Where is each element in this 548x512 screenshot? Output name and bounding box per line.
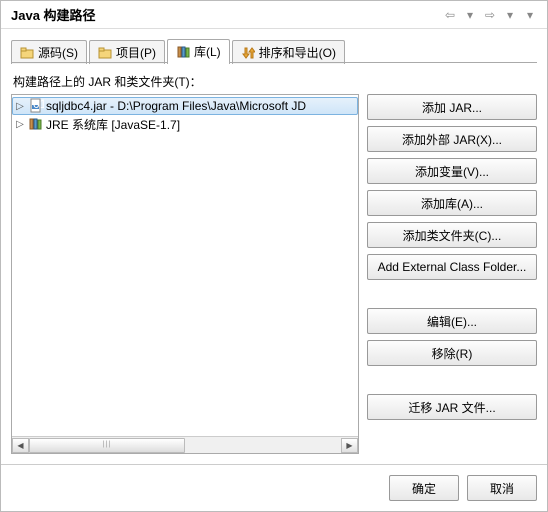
- remove-button[interactable]: 移除(R): [367, 340, 537, 366]
- tab-label: 源码(S): [38, 44, 78, 61]
- titlebar: Java 构建路径 ⇦ ▾ ⇨ ▾ ▾: [1, 1, 547, 29]
- section-label: 构建路径上的 JAR 和类文件夹(T)：: [13, 73, 537, 90]
- edit-button[interactable]: 编辑(E)...: [367, 308, 537, 334]
- jre-library-icon: [28, 116, 44, 132]
- jar-file-icon: 010: [28, 98, 44, 114]
- tab-order-export[interactable]: 排序和导出(O): [232, 40, 345, 64]
- tree-item-jar[interactable]: ▷ 010 sqljdbc4.jar - D:\Program Files\Ja…: [12, 97, 358, 115]
- cancel-button[interactable]: 取消: [467, 475, 537, 501]
- project-folder-icon: [98, 46, 112, 60]
- add-jar-button[interactable]: 添加 JAR...: [367, 94, 537, 120]
- expand-arrow-icon[interactable]: ▷: [14, 119, 26, 130]
- order-export-icon: [241, 46, 255, 60]
- scroll-thumb[interactable]: [29, 438, 185, 453]
- ok-button[interactable]: 确定: [389, 475, 459, 501]
- tab-label: 项目(P): [116, 44, 156, 61]
- dialog-title: Java 构建路径: [11, 5, 441, 24]
- scroll-left-button[interactable]: ◀: [12, 438, 29, 453]
- tab-bar: 源码(S) 项目(P) 库(L) 排序和导出(O): [11, 37, 537, 63]
- tab-libraries[interactable]: 库(L): [167, 39, 230, 64]
- source-folder-icon: [20, 46, 34, 60]
- scroll-right-button[interactable]: ▶: [341, 438, 358, 453]
- horizontal-scrollbar[interactable]: ◀ ▶: [12, 436, 358, 453]
- tab-source[interactable]: 源码(S): [11, 40, 87, 64]
- back-menu-dropdown[interactable]: ▾: [461, 7, 479, 23]
- add-variable-button[interactable]: 添加变量(V)...: [367, 158, 537, 184]
- scroll-track[interactable]: [29, 438, 341, 453]
- main-area: ▷ 010 sqljdbc4.jar - D:\Program Files\Ja…: [11, 94, 537, 454]
- java-build-path-dialog: Java 构建路径 ⇦ ▾ ⇨ ▾ ▾ 源码(S) 项目(P) 库(L): [0, 0, 548, 512]
- add-library-button[interactable]: 添加库(A)...: [367, 190, 537, 216]
- tab-label: 库(L): [194, 43, 221, 60]
- tab-label: 排序和导出(O): [259, 44, 336, 61]
- tab-projects[interactable]: 项目(P): [89, 40, 165, 64]
- tree-item-label: JRE 系统库 [JavaSE-1.7]: [46, 116, 180, 133]
- library-icon: [176, 45, 190, 59]
- expand-arrow-icon[interactable]: ▷: [14, 101, 26, 112]
- content-area: 源码(S) 项目(P) 库(L) 排序和导出(O) 构建路径上的 JAR 和类文…: [1, 29, 547, 464]
- libraries-tree[interactable]: ▷ 010 sqljdbc4.jar - D:\Program Files\Ja…: [11, 94, 359, 454]
- tree-body: ▷ 010 sqljdbc4.jar - D:\Program Files\Ja…: [12, 95, 358, 436]
- add-external-class-folder-button[interactable]: Add External Class Folder...: [367, 254, 537, 280]
- nav-button-group: ⇦ ▾ ⇨ ▾ ▾: [441, 7, 539, 23]
- add-external-jar-button[interactable]: 添加外部 JAR(X)...: [367, 126, 537, 152]
- add-class-folder-button[interactable]: 添加类文件夹(C)...: [367, 222, 537, 248]
- forward-menu-dropdown[interactable]: ▾: [501, 7, 519, 23]
- tree-item-jre[interactable]: ▷ JRE 系统库 [JavaSE-1.7]: [12, 115, 358, 133]
- back-icon[interactable]: ⇦: [441, 7, 459, 23]
- side-buttons-column: 添加 JAR... 添加外部 JAR(X)... 添加变量(V)... 添加库(…: [367, 94, 537, 454]
- svg-text:010: 010: [33, 98, 44, 111]
- forward-icon[interactable]: ⇨: [481, 7, 499, 23]
- view-menu-dropdown[interactable]: ▾: [521, 7, 539, 23]
- dialog-footer: 确定 取消: [1, 464, 547, 511]
- tree-item-label: sqljdbc4.jar - D:\Program Files\Java\Mic…: [46, 99, 306, 113]
- migrate-jar-button[interactable]: 迁移 JAR 文件...: [367, 394, 537, 420]
